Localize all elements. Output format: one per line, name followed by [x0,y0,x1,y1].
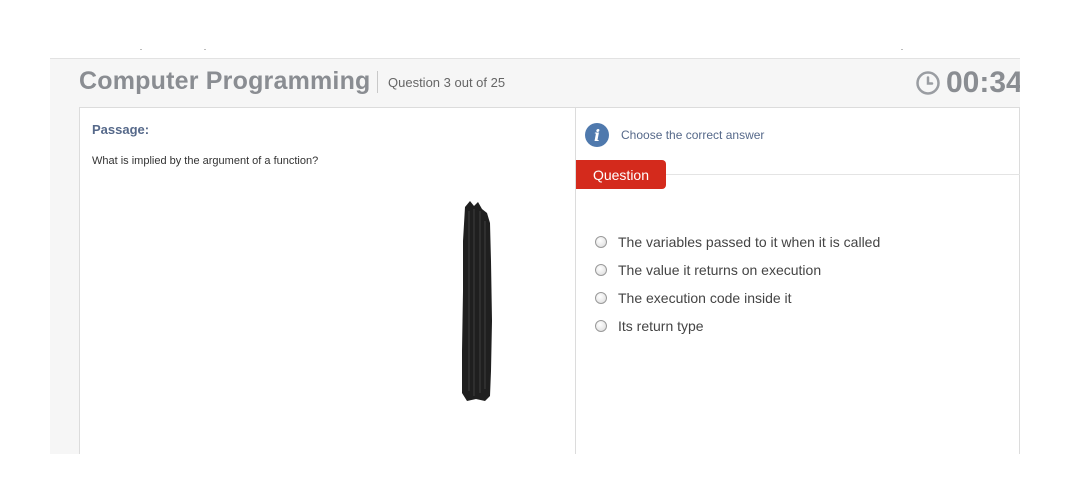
decoration-mark [204,49,206,50]
decoration-mark [901,49,903,50]
tab-question[interactable]: Question [576,160,666,189]
header-divider [377,71,378,93]
passage-panel: Passage: What is implied by the argument… [80,108,576,454]
answer-option[interactable]: The value it returns on execution [595,256,880,284]
passage-text: What is implied by the argument of a fun… [92,155,319,167]
answer-option-label[interactable]: Its return type [618,318,704,334]
radio-button[interactable] [595,236,607,248]
question-panel: i Choose the correct answer Question The… [576,108,1020,454]
svg-text:i: i [594,126,600,145]
timer: 00:34 [916,66,1020,99]
tab-underline [666,174,1020,175]
answer-option-label[interactable]: The value it returns on execution [618,262,821,278]
passage-label: Passage: [92,122,150,137]
answer-option-label[interactable]: The variables passed to it when it is ca… [618,234,880,250]
decoration-mark [140,49,142,50]
radio-button[interactable] [595,320,607,332]
radio-button[interactable] [595,264,607,276]
page-title: Computer Programming [79,67,371,95]
info-icon: i [585,123,609,147]
radio-button[interactable] [595,292,607,304]
clock-icon [916,71,940,95]
instruction-text: Choose the correct answer [621,128,765,142]
instruction-row: i Choose the correct answer [585,123,764,147]
answer-options: The variables passed to it when it is ca… [595,228,880,340]
question-counter: Question 3 out of 25 [388,75,506,90]
answer-option[interactable]: The variables passed to it when it is ca… [595,228,880,256]
quiz-content: Passage: What is implied by the argument… [79,107,1020,454]
quiz-window: Computer Programming Question 3 out of 2… [50,58,1020,454]
quiz-header: Computer Programming Question 3 out of 2… [50,59,1020,107]
redaction-mark [462,201,492,401]
answer-option[interactable]: The execution code inside it [595,284,880,312]
answer-option-label[interactable]: The execution code inside it [618,290,792,306]
timer-value: 00:34 [946,66,1020,99]
answer-option[interactable]: Its return type [595,312,880,340]
